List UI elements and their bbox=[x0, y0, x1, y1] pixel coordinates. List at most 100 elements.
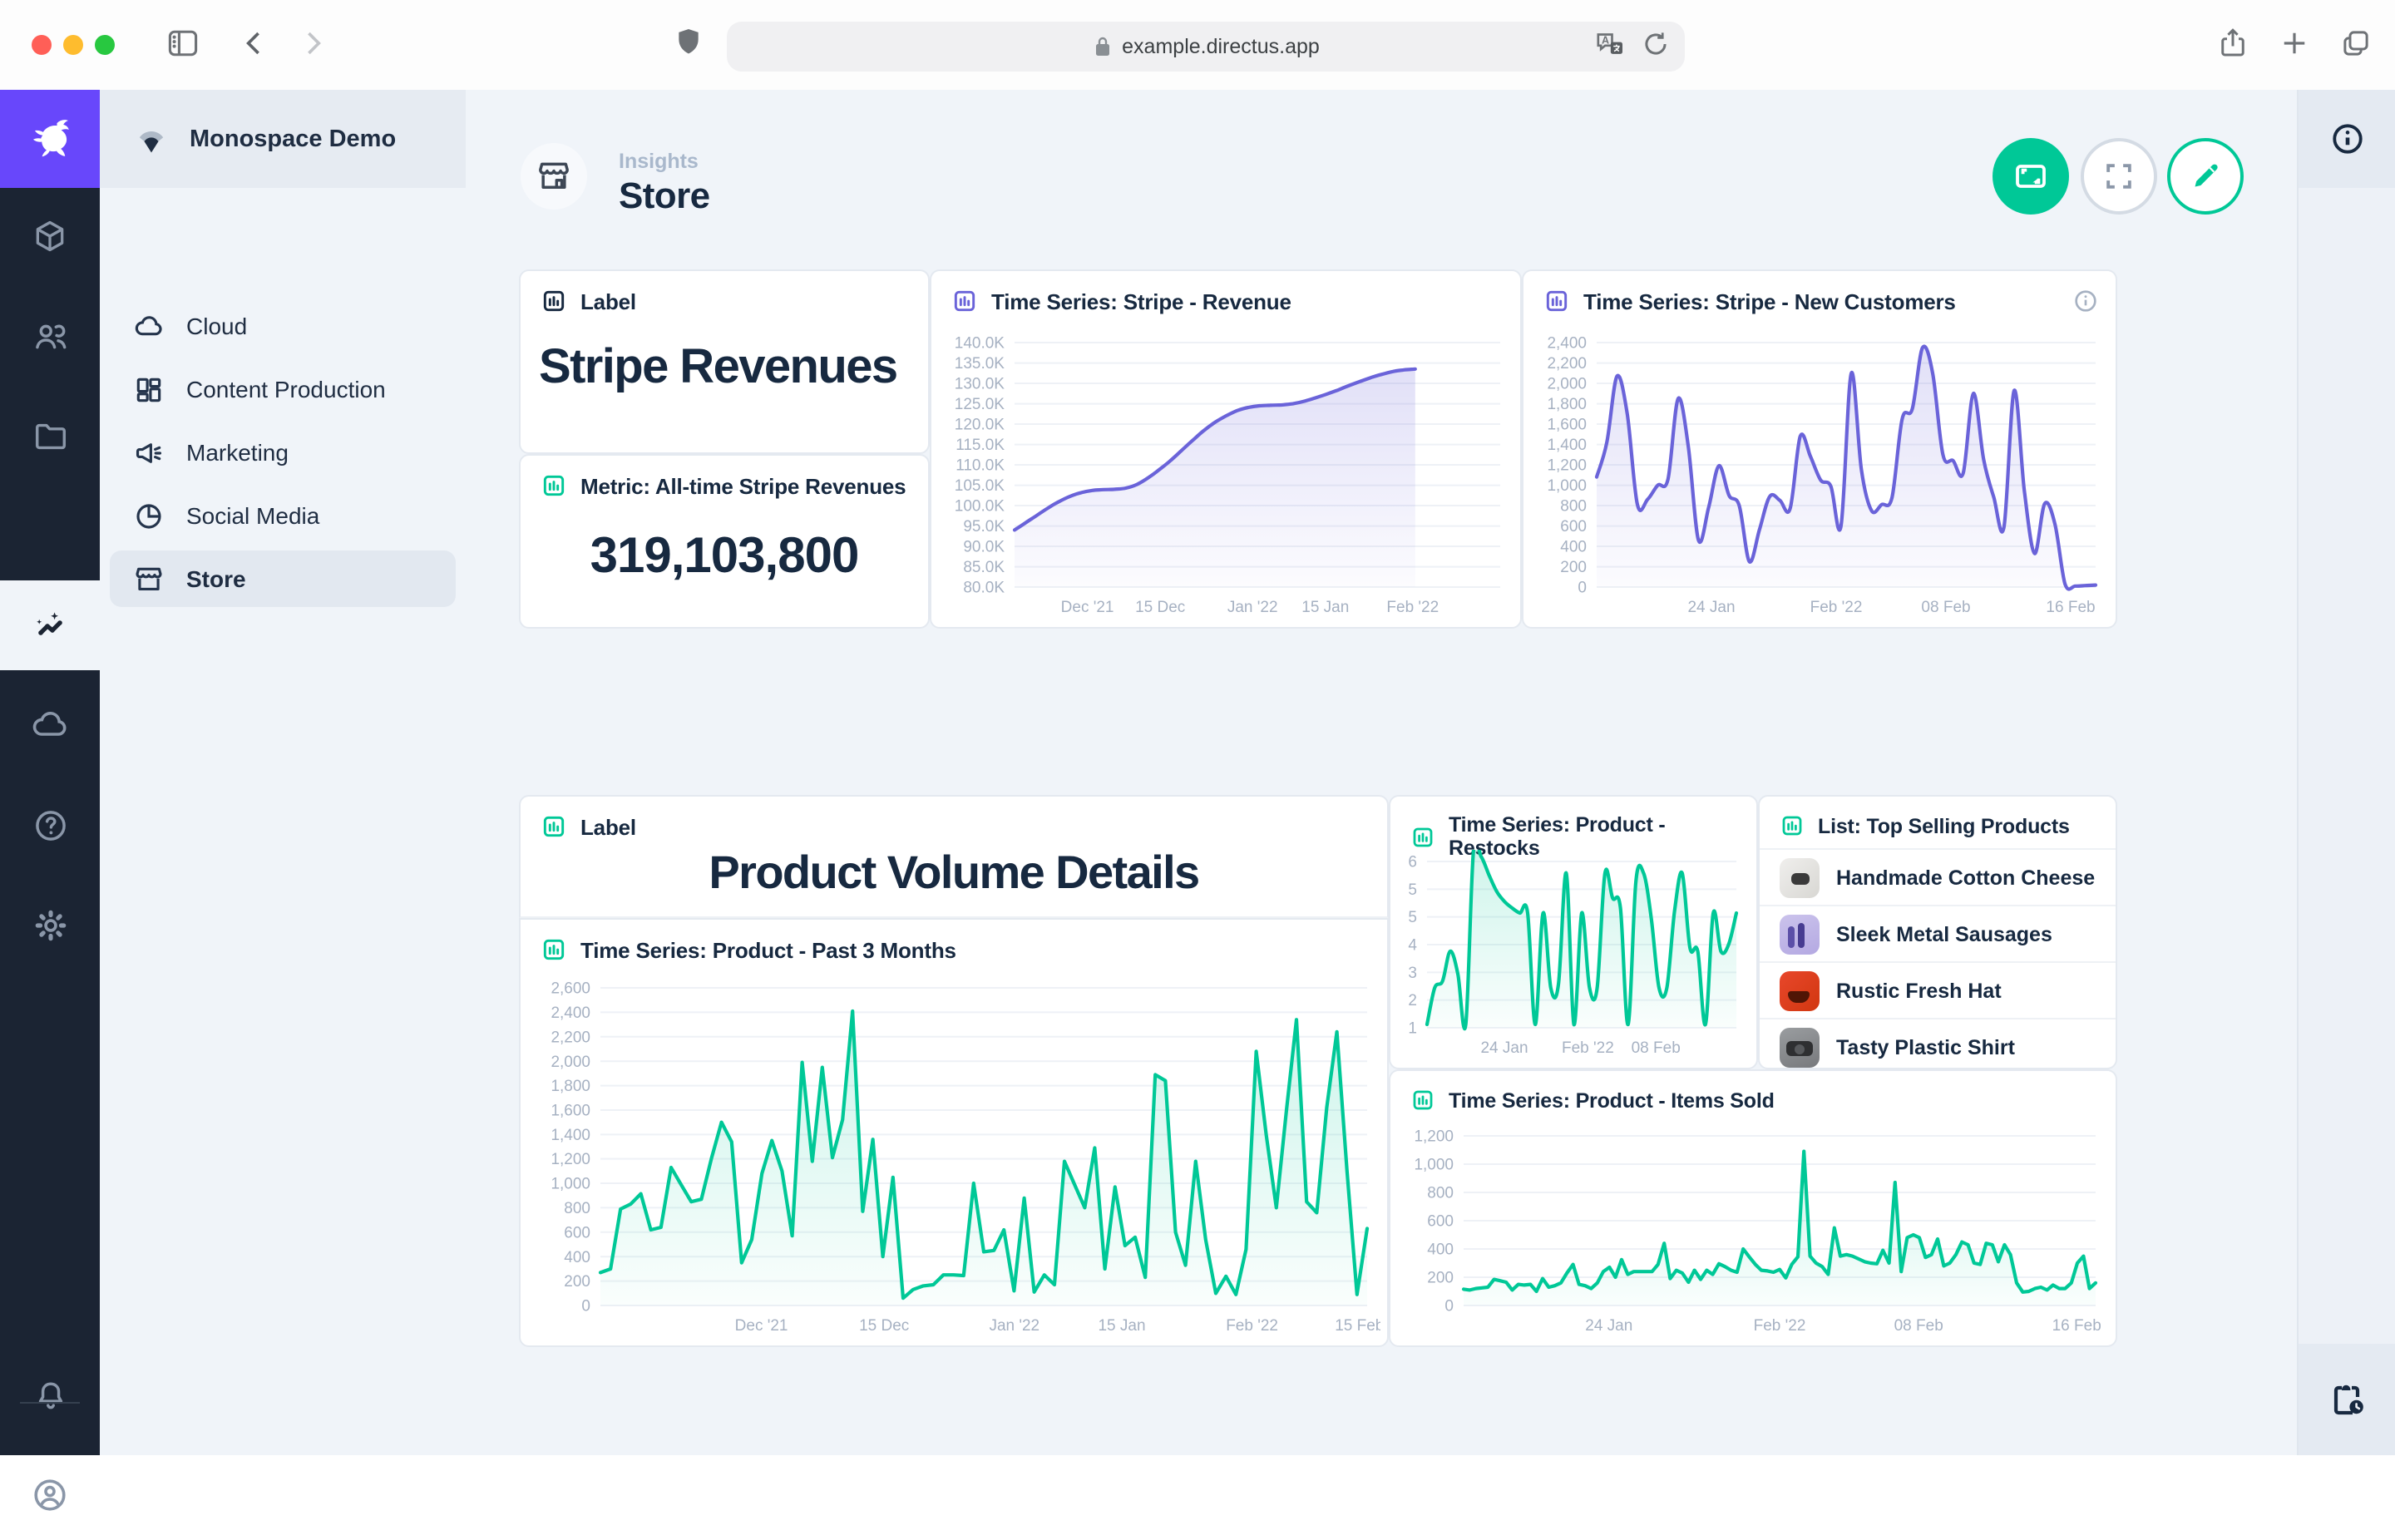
product-name: Rustic Fresh Hat bbox=[1836, 979, 2002, 1002]
svg-text:200: 200 bbox=[1560, 559, 1587, 576]
pencil-icon bbox=[2187, 158, 2224, 195]
svg-text:24 Jan: 24 Jan bbox=[1585, 1317, 1632, 1335]
panel-time-series-new-customers[interactable]: Time Series: Stripe - New Customers 2,40… bbox=[1522, 269, 2117, 629]
list-item[interactable]: Rustic Fresh Hat bbox=[1760, 961, 2116, 1018]
minimize-window-button[interactable] bbox=[63, 35, 83, 55]
info-sidebar-button[interactable] bbox=[2299, 90, 2395, 188]
svg-text:800: 800 bbox=[564, 1200, 590, 1217]
users-icon bbox=[31, 317, 69, 355]
sidebar-item-marketing[interactable]: Marketing bbox=[110, 424, 456, 481]
panel-title: Metric: All-time Stripe Revenues bbox=[580, 473, 906, 498]
panel-label-product-volume[interactable]: Label Product Volume Details bbox=[519, 795, 1389, 918]
panel-type-icon bbox=[541, 288, 567, 314]
right-sidebar bbox=[2297, 90, 2395, 1455]
nav-sidebar: Monospace Demo Cloud Content Production … bbox=[100, 90, 467, 1455]
product-thumbnail bbox=[1780, 970, 1820, 1010]
svg-text:15 Dec: 15 Dec bbox=[859, 1317, 909, 1335]
svg-text:1: 1 bbox=[1408, 1020, 1417, 1038]
sidebar-item-files[interactable] bbox=[0, 391, 100, 481]
panel-type-icon bbox=[1780, 813, 1805, 838]
account-button[interactable] bbox=[0, 1450, 100, 1540]
svg-text:110.0K: 110.0K bbox=[956, 457, 1005, 475]
svg-text:600: 600 bbox=[1427, 1213, 1454, 1231]
insights-icon bbox=[30, 605, 70, 645]
auto-refresh-button[interactable] bbox=[1993, 138, 2069, 215]
cloud-icon bbox=[30, 705, 70, 745]
info-icon bbox=[2328, 120, 2367, 158]
panel-title: List: Top Selling Products bbox=[1818, 814, 2070, 837]
new-customers-chart: 2,4002,2002,0001,8001,6001,4001,2001,000… bbox=[1533, 331, 2109, 620]
close-window-button[interactable] bbox=[32, 35, 52, 55]
screen: example.directus.app A bbox=[0, 0, 2395, 1455]
svg-text:16 Feb: 16 Feb bbox=[2046, 599, 2095, 616]
list-item[interactable]: Handmade Cotton Cheese bbox=[1760, 848, 2116, 905]
sidebar-item-content-production[interactable]: Content Production bbox=[110, 361, 456, 417]
reload-icon[interactable] bbox=[1640, 28, 1672, 62]
svg-text:08 Feb: 08 Feb bbox=[1921, 599, 1970, 616]
svg-text:105.0K: 105.0K bbox=[955, 477, 1005, 495]
forward-icon[interactable] bbox=[294, 25, 331, 62]
svg-text:0: 0 bbox=[1578, 580, 1587, 597]
svg-text:800: 800 bbox=[1560, 498, 1587, 516]
tabs-icon[interactable] bbox=[2338, 25, 2373, 62]
breadcrumb[interactable]: Insights bbox=[619, 150, 699, 173]
edit-dashboard-button[interactable] bbox=[2167, 138, 2244, 215]
panel-type-icon bbox=[541, 472, 567, 499]
zoom-window-button[interactable] bbox=[95, 35, 115, 55]
label-text: Stripe Revenues bbox=[521, 318, 928, 396]
svg-text:2,200: 2,200 bbox=[551, 1029, 590, 1046]
svg-text:1,000: 1,000 bbox=[1414, 1157, 1454, 1174]
sidebar-item-insights[interactable] bbox=[0, 580, 100, 670]
svg-text:85.0K: 85.0K bbox=[963, 559, 1005, 576]
shield-icon[interactable] bbox=[672, 23, 705, 60]
panel-time-series-past-3-months[interactable]: Time Series: Product - Past 3 Months 2,6… bbox=[519, 918, 1389, 1347]
panel-time-series-restocks[interactable]: Time Series: Product - Restocks 65543212… bbox=[1389, 795, 1758, 1069]
svg-text:Feb '22: Feb '22 bbox=[1810, 599, 1863, 616]
share-icon[interactable] bbox=[2215, 25, 2250, 62]
back-icon[interactable] bbox=[236, 25, 273, 62]
panel-time-series-stripe-revenue[interactable]: Time Series: Stripe - Revenue 140.0K135.… bbox=[930, 269, 1522, 629]
panel-title: Label bbox=[580, 289, 636, 313]
svg-text:140.0K: 140.0K bbox=[955, 335, 1005, 353]
sidebar-item-users[interactable] bbox=[0, 291, 100, 381]
panel-list-top-selling-products[interactable]: List: Top Selling Products Handmade Cott… bbox=[1758, 795, 2117, 1069]
rabbit-logo-icon bbox=[22, 114, 78, 164]
url-bar[interactable]: example.directus.app A bbox=[727, 22, 1685, 72]
sidebar-item-store[interactable]: Store bbox=[110, 550, 456, 607]
folder-icon bbox=[31, 417, 69, 455]
notifications-button[interactable] bbox=[0, 1350, 100, 1440]
list-item[interactable]: Tasty Plastic Shirt bbox=[1760, 1018, 2116, 1074]
fullscreen-button[interactable] bbox=[2081, 138, 2157, 215]
box-icon bbox=[32, 218, 68, 254]
svg-text:2: 2 bbox=[1408, 992, 1417, 1009]
translate-icon[interactable]: A bbox=[1593, 28, 1627, 62]
svg-text:1,200: 1,200 bbox=[551, 1151, 590, 1168]
panel-type-icon bbox=[1410, 824, 1435, 849]
sidebar-toggle-icon[interactable] bbox=[165, 25, 201, 62]
panel-time-series-items-sold[interactable]: Time Series: Product - Items Sold 1,2001… bbox=[1389, 1069, 2117, 1347]
sidebar-item-collections[interactable] bbox=[0, 191, 100, 281]
panel-label-stripe-revenues[interactable]: Label Stripe Revenues bbox=[519, 269, 930, 454]
svg-text:1,800: 1,800 bbox=[1547, 396, 1587, 413]
activity-log-button[interactable] bbox=[2299, 1344, 2395, 1455]
module-bar bbox=[0, 90, 100, 1455]
product-thumbnail bbox=[1780, 857, 1820, 897]
panel-type-icon bbox=[951, 288, 978, 314]
sidebar-item-cloud[interactable] bbox=[0, 680, 100, 770]
svg-text:115.0K: 115.0K bbox=[956, 437, 1005, 454]
pie-chart-icon bbox=[133, 500, 165, 531]
svg-text:600: 600 bbox=[1560, 518, 1587, 536]
sidebar-item-cloud-dashboard[interactable]: Cloud bbox=[110, 298, 456, 354]
directus-logo[interactable] bbox=[0, 90, 100, 188]
sidebar-item-settings[interactable] bbox=[0, 880, 100, 970]
list-item[interactable]: Sleek Metal Sausages bbox=[1760, 905, 2116, 961]
svg-text:16 Feb: 16 Feb bbox=[2052, 1317, 2101, 1335]
info-icon[interactable] bbox=[2072, 288, 2099, 314]
sidebar-item-help[interactable] bbox=[0, 780, 100, 870]
project-switcher[interactable]: Monospace Demo bbox=[100, 90, 466, 188]
new-tab-icon[interactable] bbox=[2277, 25, 2312, 62]
svg-text:Feb '22: Feb '22 bbox=[1226, 1317, 1278, 1335]
restocks-chart: 655432124 JanFeb '2208 Feb bbox=[1400, 850, 1750, 1061]
sidebar-item-social-media[interactable]: Social Media bbox=[110, 487, 456, 544]
panel-metric-all-time-revenues[interactable]: Metric: All-time Stripe Revenues 319,103… bbox=[519, 454, 930, 629]
